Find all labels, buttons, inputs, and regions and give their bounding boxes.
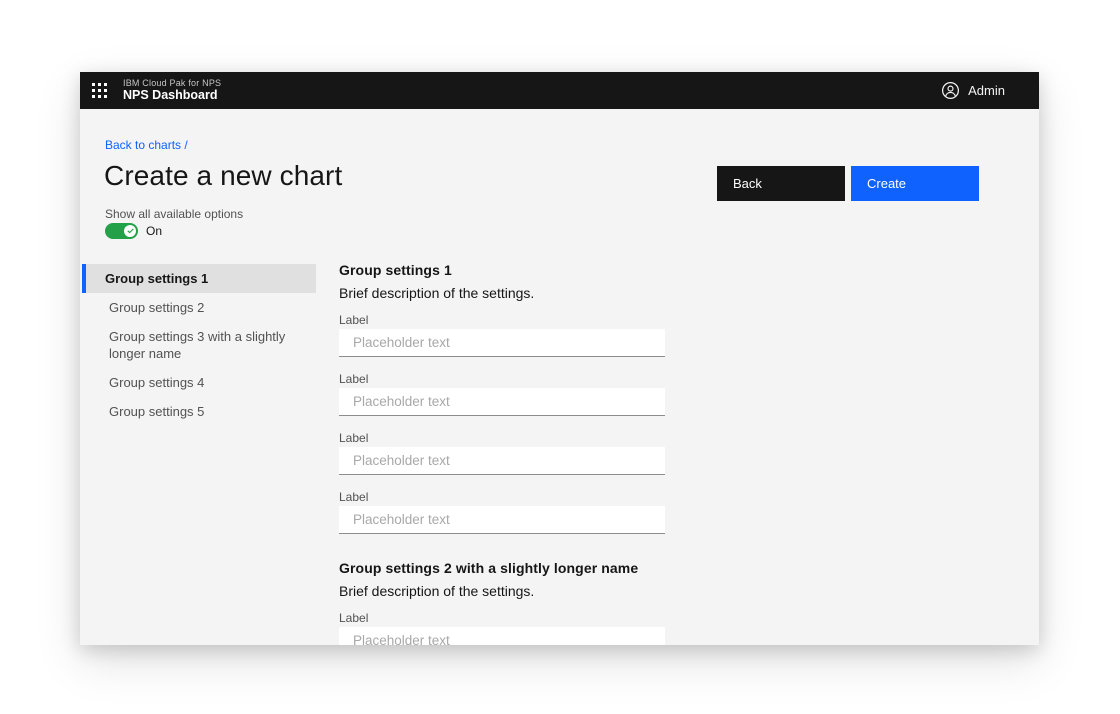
- section-heading: Group settings 2 with a slightly longer …: [339, 560, 665, 576]
- product-line-label: IBM Cloud Pak for NPS: [123, 78, 221, 88]
- breadcrumb-back-to-charts[interactable]: Back to charts /: [105, 138, 188, 152]
- form-field: Label: [339, 611, 665, 645]
- settings-group-nav: Group settings 1 Group settings 2 Group …: [82, 264, 316, 426]
- back-button[interactable]: Back: [717, 166, 845, 201]
- text-input[interactable]: [339, 627, 665, 645]
- app-header-bar: IBM Cloud Pak for NPS NPS Dashboard Admi…: [80, 72, 1039, 109]
- field-label: Label: [339, 431, 665, 445]
- field-label: Label: [339, 611, 665, 625]
- toggle-label: Show all available options: [105, 207, 243, 221]
- form-field: Label: [339, 431, 665, 475]
- form-field: Label: [339, 490, 665, 534]
- text-input[interactable]: [339, 506, 665, 534]
- section-description: Brief description of the settings.: [339, 285, 665, 301]
- app-switcher-icon[interactable]: [92, 83, 108, 99]
- form-field: Label: [339, 313, 665, 357]
- field-label: Label: [339, 490, 665, 504]
- page-title: Create a new chart: [104, 160, 342, 192]
- action-buttons: Back Create: [717, 166, 979, 201]
- settings-form: Group settings 1 Brief description of th…: [339, 262, 665, 645]
- main-window-card: IBM Cloud Pak for NPS NPS Dashboard Admi…: [80, 72, 1039, 645]
- sidebar-item-group-settings-2[interactable]: Group settings 2: [82, 293, 316, 322]
- checkmark-icon: [127, 228, 134, 234]
- section-heading: Group settings 1: [339, 262, 665, 278]
- text-input[interactable]: [339, 329, 665, 357]
- app-name-label: NPS Dashboard: [123, 88, 221, 102]
- sidebar-item-group-settings-1[interactable]: Group settings 1: [82, 264, 316, 293]
- sidebar-item-group-settings-5[interactable]: Group settings 5: [82, 397, 316, 426]
- section-description: Brief description of the settings.: [339, 583, 665, 599]
- show-all-options-toggle[interactable]: [105, 223, 138, 239]
- text-input[interactable]: [339, 447, 665, 475]
- toggle-row: On: [105, 223, 162, 239]
- user-name-label: Admin: [968, 83, 1005, 98]
- toggle-knob: [124, 225, 136, 237]
- user-avatar-icon: [941, 81, 960, 100]
- create-button[interactable]: Create: [851, 166, 979, 201]
- field-label: Label: [339, 372, 665, 386]
- form-field: Label: [339, 372, 665, 416]
- toggle-state-label: On: [146, 224, 162, 238]
- app-header-titles: IBM Cloud Pak for NPS NPS Dashboard: [123, 78, 221, 103]
- user-menu[interactable]: Admin: [941, 81, 1005, 100]
- sidebar-item-group-settings-4[interactable]: Group settings 4: [82, 368, 316, 397]
- field-label: Label: [339, 313, 665, 327]
- text-input[interactable]: [339, 388, 665, 416]
- sidebar-item-group-settings-3[interactable]: Group settings 3 with a slightly longer …: [82, 322, 316, 368]
